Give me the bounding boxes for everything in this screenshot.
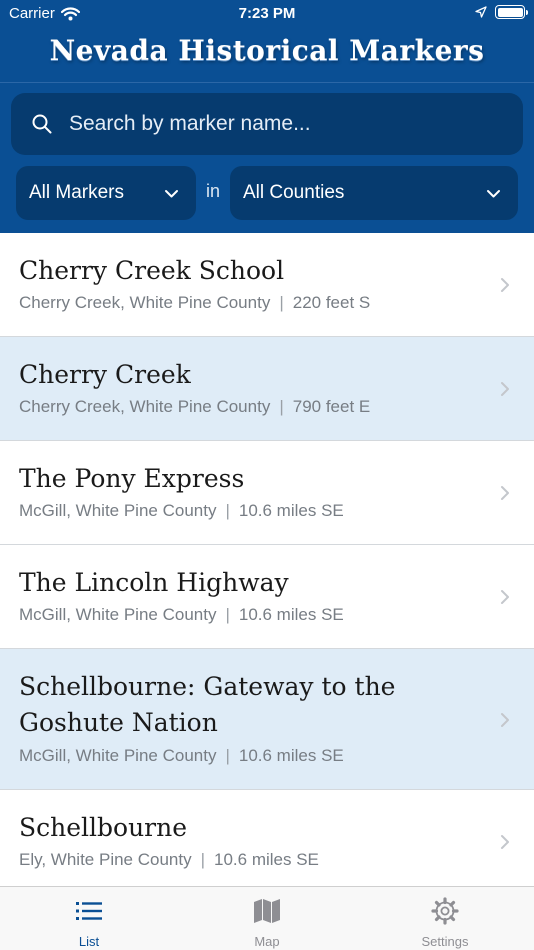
county-dropdown[interactable]: All Counties — [230, 166, 518, 220]
meta-separator: | — [200, 850, 206, 869]
tab-map-label: Map — [254, 934, 280, 949]
chevron-right-icon — [501, 278, 509, 292]
battery-tip — [526, 9, 528, 15]
marker-location: Cherry Creek, White Pine County — [19, 397, 271, 416]
marker-row[interactable]: The Lincoln Highway McGill, White Pine Co… — [0, 545, 534, 649]
chevron-down-icon — [487, 190, 500, 198]
battery-icon — [495, 5, 528, 19]
chevron-down-icon — [165, 190, 178, 198]
marker-meta: Ely, White Pine County | 10.6 miles SE — [19, 850, 319, 870]
meta-separator: | — [279, 397, 284, 416]
marker-location: Cherry Creek, White Pine County — [19, 293, 271, 312]
marker-meta: McGill, White Pine County | 10.6 miles SE — [19, 605, 344, 625]
meta-separator: | — [225, 501, 230, 520]
chevron-right-icon — [501, 486, 509, 500]
marker-list[interactable]: Cherry Creek School Cherry Creek, White P… — [0, 233, 534, 886]
app-title: Nevada Historical Markers — [49, 34, 485, 67]
marker-name: Schellbourne — [19, 813, 188, 842]
meta-separator: | — [279, 293, 284, 312]
chevron-right-icon — [501, 590, 509, 604]
title-divider — [0, 82, 534, 83]
status-time: 7:23 PM — [238, 5, 296, 22]
marker-distance: 10.6 miles SE — [238, 501, 344, 520]
map-icon — [254, 899, 280, 923]
marker-name: Cherry Creek — [19, 360, 191, 389]
tab-list[interactable]: List — [0, 887, 178, 950]
tab-list-label: List — [78, 934, 100, 949]
search-icon — [32, 114, 52, 134]
marker-name: Schellbourne: Gateway to the Goshute Nat… — [19, 672, 396, 737]
location-arrow-icon — [475, 6, 487, 18]
search-input[interactable] — [69, 110, 509, 138]
marker-type-dropdown[interactable]: All Markers — [16, 166, 196, 220]
marker-meta: Cherry Creek, White Pine County | 790 feet… — [19, 397, 370, 417]
marker-name: The Pony Express — [19, 464, 245, 493]
meta-separator: | — [225, 605, 230, 624]
marker-distance: 10.6 miles SE — [214, 850, 319, 869]
marker-meta: Cherry Creek, White Pine County | 220 feet… — [19, 293, 370, 313]
marker-location: McGill, White Pine County — [19, 746, 217, 765]
marker-location: Ely, White Pine County — [19, 850, 192, 869]
marker-distance: 10.6 miles SE — [238, 746, 344, 765]
battery-level — [497, 7, 523, 17]
meta-separator: | — [225, 746, 230, 765]
marker-distance: 10.6 miles SE — [238, 605, 344, 624]
tab-bar: List Map Settings — [0, 886, 534, 950]
marker-type-value: All Markers — [29, 182, 125, 203]
marker-name: The Lincoln Highway — [19, 568, 289, 597]
marker-row[interactable]: Schellbourne: Gateway to the Goshute Nat… — [0, 649, 534, 790]
tab-settings-label: Settings — [421, 934, 469, 949]
marker-location: McGill, White Pine County — [19, 501, 217, 520]
chevron-right-icon — [501, 382, 509, 396]
chevron-right-icon — [501, 712, 509, 727]
marker-meta: McGill, White Pine County | 10.6 miles SE — [19, 746, 344, 766]
tab-map[interactable]: Map — [178, 887, 356, 950]
status-bar: Carrier 7:23 PM — [0, 0, 534, 28]
gear-icon — [431, 897, 459, 925]
tab-settings[interactable]: Settings — [356, 887, 534, 950]
marker-row[interactable]: Cherry Creek Cherry Creek, White Pine Cou… — [0, 337, 534, 441]
marker-meta: McGill, White Pine County | 10.6 miles SE — [19, 501, 344, 521]
search-box[interactable] — [11, 93, 523, 155]
marker-row[interactable]: Cherry Creek School Cherry Creek, White P… — [0, 233, 534, 337]
marker-row[interactable]: The Pony Express McGill, White Pine Count… — [0, 441, 534, 545]
filter-joiner-label: in — [205, 181, 220, 201]
chevron-right-icon — [501, 835, 509, 849]
marker-name: Cherry Creek School — [19, 256, 285, 285]
marker-location: McGill, White Pine County — [19, 605, 217, 624]
county-value: All Counties — [243, 182, 345, 203]
marker-row[interactable]: Schellbourne Ely, White Pine County | 10.6 … — [0, 790, 534, 886]
marker-distance: 790 feet E — [292, 397, 371, 416]
header: Carrier 7:23 PM Nevada Historical Marker… — [0, 0, 534, 233]
app-screen: Carrier 7:23 PM Nevada Historical Marker… — [0, 0, 534, 950]
marker-distance: 220 feet S — [292, 293, 371, 312]
list-icon — [76, 902, 102, 920]
status-right — [475, 5, 528, 19]
